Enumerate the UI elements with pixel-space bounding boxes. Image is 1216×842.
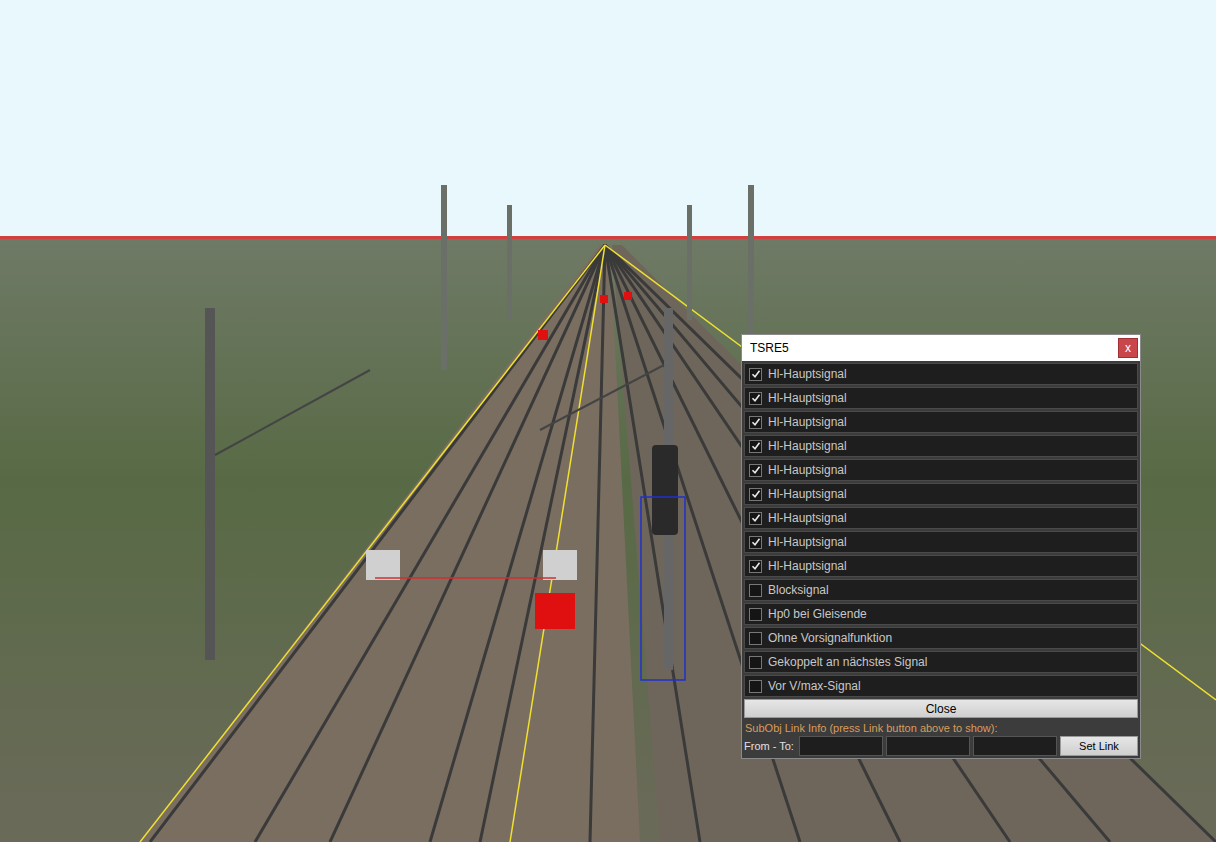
- option-label: Hl-Hauptsignal: [768, 367, 847, 381]
- link-info: SubObj Link Info (press Link button abov…: [744, 720, 1138, 734]
- checkbox[interactable]: [749, 608, 762, 621]
- option-row[interactable]: Hl-Hauptsignal: [744, 531, 1138, 553]
- check-icon: [751, 441, 761, 451]
- option-label: Hl-Hauptsignal: [768, 535, 847, 549]
- option-row[interactable]: Hl-Hauptsignal: [744, 459, 1138, 481]
- option-label: Hl-Hauptsignal: [768, 559, 847, 573]
- option-label: Hl-Hauptsignal: [768, 439, 847, 453]
- editor-screen: TSRE5xHl-HauptsignalHl-HauptsignalHl-Hau…: [0, 0, 1216, 842]
- option-row[interactable]: Blocksignal: [744, 579, 1138, 601]
- close-button[interactable]: Close: [744, 699, 1138, 718]
- option-label: Hl-Hauptsignal: [768, 487, 847, 501]
- checkbox[interactable]: [749, 512, 762, 525]
- checkbox[interactable]: [749, 584, 762, 597]
- option-row[interactable]: Hl-Hauptsignal: [744, 555, 1138, 577]
- check-icon: [751, 561, 761, 571]
- check-icon: [751, 393, 761, 403]
- option-label: Hl-Hauptsignal: [768, 463, 847, 477]
- checkbox[interactable]: [749, 560, 762, 573]
- checkbox[interactable]: [749, 392, 762, 405]
- checkbox[interactable]: [749, 368, 762, 381]
- checkbox[interactable]: [749, 632, 762, 645]
- option-label: Vor V/max-Signal: [768, 679, 861, 693]
- option-row[interactable]: Hl-Hauptsignal: [744, 363, 1138, 385]
- from-to-label: From - To:: [744, 740, 796, 752]
- option-row[interactable]: Hl-Hauptsignal: [744, 507, 1138, 529]
- checkbox[interactable]: [749, 464, 762, 477]
- option-row[interactable]: Hp0 bei Gleisende: [744, 603, 1138, 625]
- checkbox[interactable]: [749, 416, 762, 429]
- checkbox[interactable]: [749, 656, 762, 669]
- check-icon: [751, 537, 761, 547]
- check-icon: [751, 465, 761, 475]
- checkbox[interactable]: [749, 440, 762, 453]
- checkbox[interactable]: [749, 536, 762, 549]
- option-row[interactable]: Hl-Hauptsignal: [744, 411, 1138, 433]
- option-label: Hp0 bei Gleisende: [768, 607, 867, 621]
- option-label: Ohne Vorsignalfunktion: [768, 631, 892, 645]
- option-row[interactable]: Hl-Hauptsignal: [744, 483, 1138, 505]
- option-label: Hl-Hauptsignal: [768, 415, 847, 429]
- set-link-button[interactable]: Set Link: [1060, 736, 1138, 756]
- check-icon: [751, 489, 761, 499]
- option-label: Hl-Hauptsignal: [768, 511, 847, 525]
- option-row[interactable]: Gekoppelt an nächstes Signal: [744, 651, 1138, 673]
- check-icon: [751, 369, 761, 379]
- option-label: Gekoppelt an nächstes Signal: [768, 655, 927, 669]
- title-bar[interactable]: TSRE5 x: [742, 335, 1140, 361]
- link-row: From - To: Set Link: [744, 736, 1138, 756]
- dialog-body: Hl-Hauptsignal Hl-Hauptsignal Hl-Hauptsign…: [742, 361, 1140, 758]
- check-icon: [751, 417, 761, 427]
- option-row[interactable]: Vor V/max-Signal: [744, 675, 1138, 697]
- check-icon: [751, 513, 761, 523]
- link-field[interactable]: [799, 736, 883, 756]
- checkbox[interactable]: [749, 680, 762, 693]
- option-row[interactable]: Hl-Hauptsignal: [744, 387, 1138, 409]
- option-label: Hl-Hauptsignal: [768, 391, 847, 405]
- link-field[interactable]: [886, 736, 970, 756]
- option-label: Blocksignal: [768, 583, 829, 597]
- signal-dialog[interactable]: TSRE5xHl-HauptsignalHl-HauptsignalHl-Hau…: [741, 334, 1141, 759]
- window-title: TSRE5: [750, 341, 789, 355]
- option-row[interactable]: Hl-Hauptsignal: [744, 435, 1138, 457]
- option-row[interactable]: Ohne Vorsignalfunktion: [744, 627, 1138, 649]
- link-field[interactable]: [973, 736, 1057, 756]
- checkbox[interactable]: [749, 488, 762, 501]
- close-window-button[interactable]: x: [1118, 338, 1138, 358]
- option-list: Hl-Hauptsignal Hl-Hauptsignal Hl-Hauptsign…: [744, 363, 1138, 697]
